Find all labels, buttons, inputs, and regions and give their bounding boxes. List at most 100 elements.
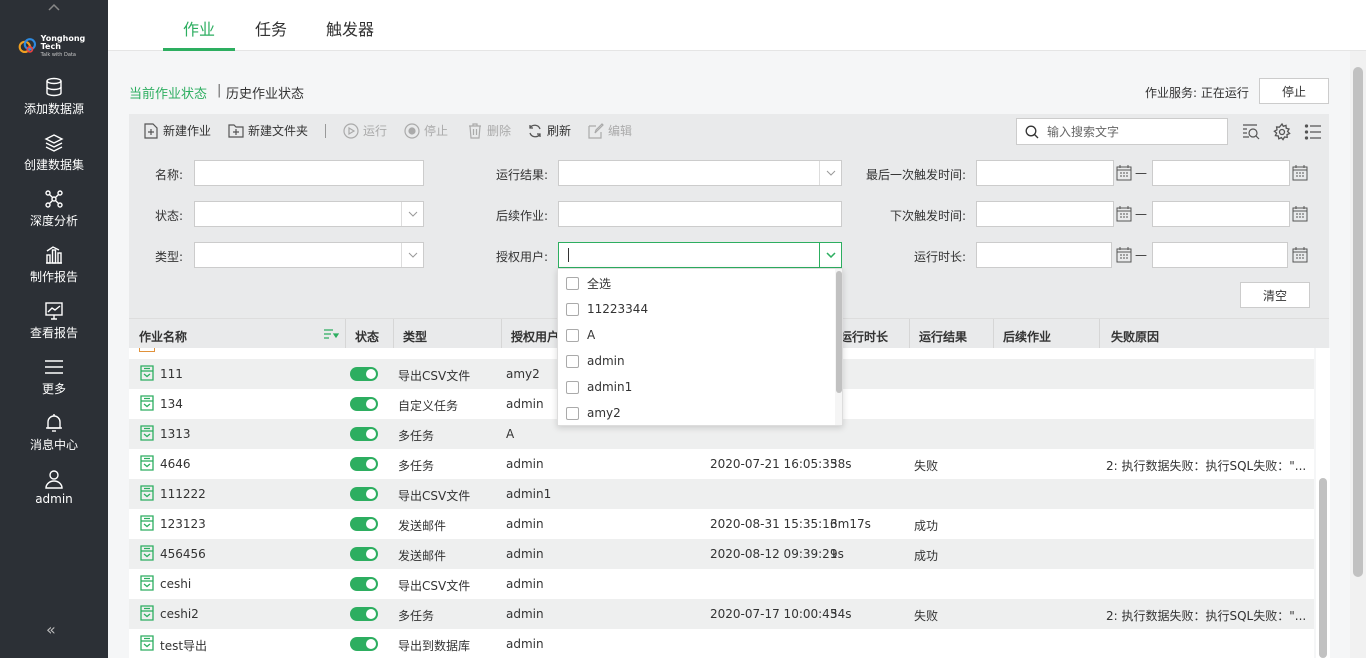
last-trigger-start-input[interactable] — [976, 160, 1114, 186]
status-toggle[interactable] — [350, 637, 378, 651]
list-view-icon[interactable] — [1304, 123, 1322, 141]
calendar-icon[interactable] — [1116, 165, 1132, 181]
job-name[interactable]: 1313 — [160, 427, 191, 441]
checkbox[interactable] — [566, 406, 579, 420]
sidebar-item-deep-analysis[interactable]: 深度分析 — [0, 188, 108, 244]
dropdown-option[interactable]: A — [566, 325, 595, 345]
job-run-duration: 38s — [830, 457, 852, 471]
status-toggle[interactable] — [350, 367, 378, 381]
advanced-search-icon[interactable] — [1242, 123, 1260, 141]
status-toggle[interactable] — [350, 487, 378, 501]
sort-filter-icon[interactable] — [323, 328, 339, 340]
status-toggle[interactable] — [350, 397, 378, 411]
status-toggle[interactable] — [350, 607, 378, 621]
refresh-button[interactable]: 刷新 — [527, 122, 571, 139]
stop-button[interactable]: 停止 — [404, 122, 448, 139]
job-name[interactable]: ceshi2 — [160, 607, 199, 621]
name-filter-input[interactable] — [194, 160, 424, 186]
sidebar-item-add-datasource[interactable]: 添加数据源 — [0, 76, 108, 132]
table-row[interactable]: 123123 发送邮件 admin 2020-08-31 15:35:16 3m17s 成… — [129, 509, 1314, 539]
dropdown-scrollbar[interactable] — [835, 269, 842, 425]
tab-jobs[interactable]: 作业 — [183, 16, 215, 40]
status-toggle[interactable] — [350, 547, 378, 561]
table-row[interactable]: test导出 导出到数据库 admin — [129, 629, 1314, 658]
current-job-status-link[interactable]: 当前作业状态 — [129, 83, 207, 102]
checkbox[interactable] — [566, 276, 579, 290]
delete-button[interactable]: 删除 — [467, 122, 511, 139]
search-input[interactable] — [1047, 124, 1217, 139]
run-duration-start-input[interactable] — [976, 242, 1112, 268]
calendar-icon[interactable] — [1116, 206, 1132, 222]
tab-tasks[interactable]: 任务 — [255, 16, 287, 40]
page-scrollbar[interactable] — [1350, 51, 1366, 658]
status-toggle[interactable] — [350, 577, 378, 591]
sidebar-item-user[interactable]: admin — [0, 468, 108, 524]
checkbox[interactable] — [566, 354, 579, 368]
calendar-icon[interactable] — [1292, 206, 1308, 222]
type-filter-select[interactable] — [194, 242, 424, 268]
job-name[interactable]: 123123 — [160, 517, 206, 531]
calendar-icon[interactable] — [1292, 247, 1308, 263]
chevron-down-icon[interactable] — [819, 243, 841, 267]
sidebar-item-create-dataset[interactable]: 创建数据集 — [0, 132, 108, 188]
new-job-button[interactable]: 新建作业 — [143, 122, 211, 139]
calendar-icon[interactable] — [1292, 165, 1308, 181]
job-name[interactable]: 111222 — [160, 487, 206, 501]
new-folder-button[interactable]: 新建文件夹 — [228, 122, 308, 139]
run-button[interactable]: 运行 — [343, 122, 387, 139]
last-trigger-end-input[interactable] — [1152, 160, 1290, 186]
status-filter-select[interactable] — [194, 201, 424, 227]
checkbox[interactable] — [566, 380, 579, 394]
edit-button[interactable]: 编辑 — [588, 122, 632, 139]
column-header-auth-user[interactable]: 授权用户 — [511, 328, 559, 345]
table-row[interactable]: ceshi 导出CSV文件 admin — [129, 569, 1314, 599]
next-trigger-end-input[interactable] — [1152, 201, 1290, 227]
sidebar-item-view-report[interactable]: 查看报告 — [0, 300, 108, 356]
collapse-sidebar-icon[interactable]: « — [46, 620, 56, 639]
auth-user-filter-select[interactable] — [558, 242, 842, 268]
status-toggle[interactable] — [350, 517, 378, 531]
dropdown-option[interactable]: admin1 — [566, 377, 632, 397]
sidebar-item-make-report[interactable]: 制作报告 — [0, 244, 108, 300]
column-header-run-result[interactable]: 运行结果 — [919, 328, 967, 345]
column-header-next-job[interactable]: 后续作业 — [1003, 328, 1051, 345]
job-name[interactable]: 456456 — [160, 547, 206, 561]
scroll-up-icon[interactable] — [0, 0, 108, 14]
checkbox[interactable] — [566, 302, 579, 316]
calendar-icon[interactable] — [1116, 247, 1132, 263]
dropdown-option[interactable]: admin — [566, 351, 625, 371]
job-name[interactable]: 111 — [160, 367, 183, 381]
dropdown-option[interactable]: 全选 — [566, 273, 611, 293]
next-trigger-start-input[interactable] — [976, 201, 1114, 227]
sidebar-item-more[interactable]: 更多 — [0, 356, 108, 412]
job-name[interactable]: 134 — [160, 397, 183, 411]
clear-filters-button[interactable]: 清空 — [1240, 282, 1310, 308]
history-job-status-link[interactable]: 历史作业状态 — [226, 83, 304, 102]
stop-service-button[interactable]: 停止 — [1259, 78, 1329, 104]
run-duration-end-input[interactable] — [1152, 242, 1288, 268]
last-trigger-filter-label: 最后一次触发时间: — [865, 168, 966, 182]
column-header-type[interactable]: 类型 — [403, 328, 427, 345]
column-header-fail-reason[interactable]: 失败原因 — [1111, 328, 1159, 345]
table-row[interactable]: 111222 导出CSV文件 admin1 — [129, 479, 1314, 509]
status-toggle[interactable] — [350, 427, 378, 441]
tab-triggers[interactable]: 触发器 — [326, 16, 374, 40]
gear-icon[interactable] — [1273, 123, 1291, 141]
checkbox[interactable] — [566, 328, 579, 342]
table-row[interactable]: 4646 多任务 admin 2020-07-21 16:05:35 38s 失败 2: 执… — [129, 449, 1314, 479]
status-toggle[interactable] — [350, 457, 378, 471]
next-job-filter-input[interactable] — [558, 201, 842, 227]
column-header-job-name[interactable]: 作业名称 — [139, 328, 187, 345]
column-header-status[interactable]: 状态 — [355, 328, 379, 345]
dropdown-option[interactable]: amy2 — [566, 403, 621, 423]
job-name[interactable]: ceshi — [160, 577, 191, 591]
run-result-filter-select[interactable] — [558, 160, 842, 186]
table-row[interactable]: ceshi2 多任务 admin 2020-07-17 10:00:43 54s 失败 2:… — [129, 599, 1314, 629]
job-name[interactable]: test导出 — [160, 637, 207, 654]
job-name[interactable]: 4646 — [160, 457, 191, 471]
dropdown-option[interactable]: 11223344 — [566, 299, 648, 319]
table-row[interactable]: 456456 发送邮件 admin 2020-08-12 09:39:21 9s 成功 — [129, 539, 1314, 569]
column-header-run-duration[interactable]: 运行时长 — [840, 328, 888, 345]
sidebar-item-messages[interactable]: 消息中心 — [0, 412, 108, 468]
table-scrollbar[interactable] — [1316, 348, 1330, 658]
